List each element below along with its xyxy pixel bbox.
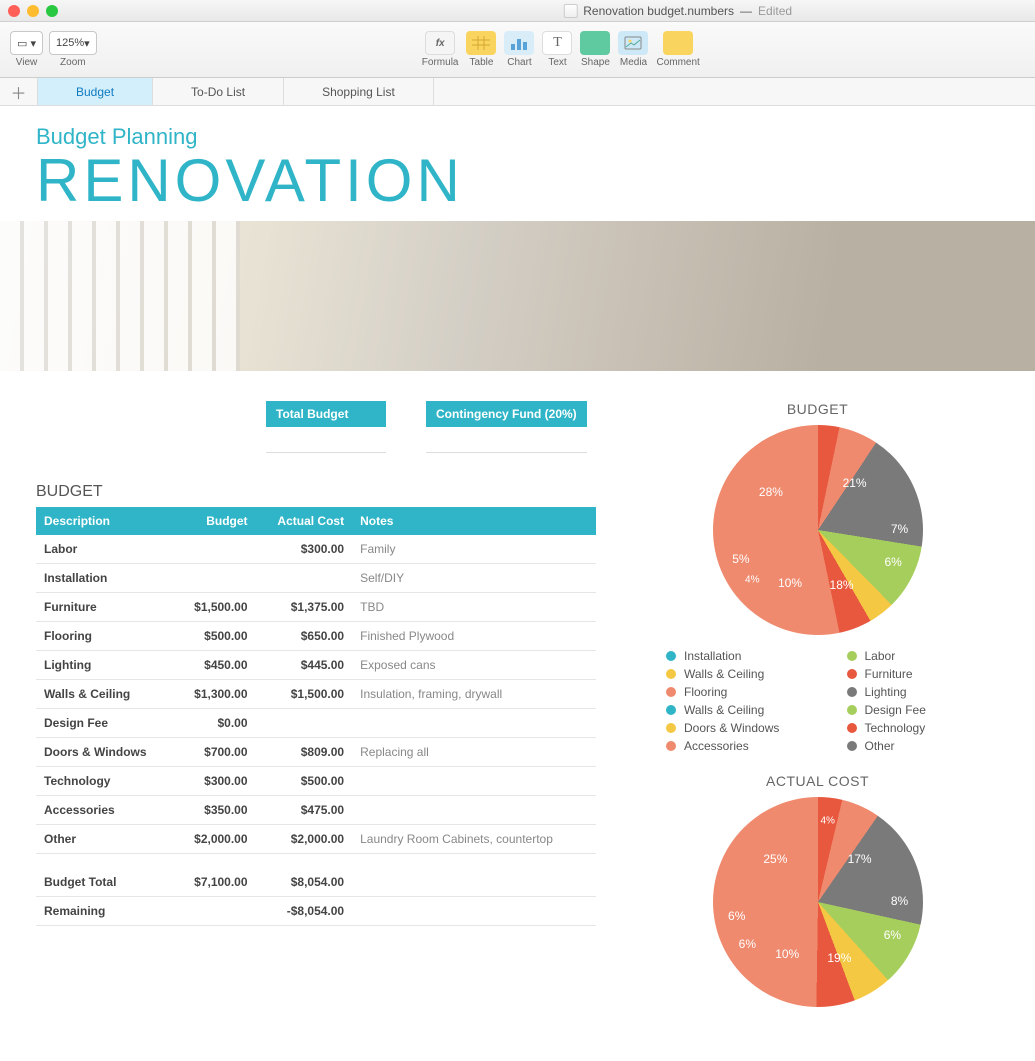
table-row[interactable]: Design Fee$0.00 <box>36 709 596 738</box>
summary-boxes: Total Budget Contingency Fund (20%) <box>266 401 596 453</box>
table-row[interactable]: Flooring$500.00$650.00Finished Plywood <box>36 622 596 651</box>
budget-chart-title: BUDGET <box>636 401 999 417</box>
table-row[interactable]: Other$2,000.00$2,000.00Laundry Room Cabi… <box>36 825 596 854</box>
legend-item: Flooring <box>666 685 819 699</box>
comment-button[interactable]: Comment <box>656 31 699 68</box>
view-button[interactable]: ▭ ▾View <box>10 31 43 68</box>
shape-button[interactable]: Shape <box>580 31 610 68</box>
budget-table[interactable]: Description Budget Actual Cost Notes Lab… <box>36 507 596 926</box>
tab-budget[interactable]: Budget <box>38 78 153 105</box>
table-row[interactable]: Accessories$350.00$475.00 <box>36 796 596 825</box>
media-button[interactable]: Media <box>618 31 648 68</box>
tab-to-do-list[interactable]: To-Do List <box>153 78 284 105</box>
legend-item: Accessories <box>666 739 819 753</box>
page-title: RENOVATION <box>36 146 999 215</box>
sheet-tabs: ＋ BudgetTo-Do ListShopping List <box>0 78 1035 106</box>
window-controls <box>8 5 58 17</box>
table-row[interactable]: InstallationSelf/DIY <box>36 564 596 593</box>
zoom-icon[interactable] <box>46 5 58 17</box>
hero-image <box>0 221 1035 371</box>
zoom-button[interactable]: 125% ▾ Zoom <box>49 31 97 68</box>
separator: — <box>740 4 752 18</box>
table-row[interactable]: Walls & Ceiling$1,300.00$1,500.00Insulat… <box>36 680 596 709</box>
legend-item: Installation <box>666 649 819 663</box>
formula-button[interactable]: fxFormula <box>422 31 459 68</box>
table-row[interactable]: Furniture$1,500.00$1,375.00TBD <box>36 593 596 622</box>
legend-item: Design Fee <box>847 703 1000 717</box>
legend-item: Walls & Ceiling <box>666 703 819 717</box>
document-title: Renovation budget.numbers — Edited <box>563 4 792 18</box>
legend-item: Lighting <box>847 685 1000 699</box>
table-button[interactable]: Table <box>466 31 496 68</box>
table-row[interactable]: Lighting$450.00$445.00Exposed cans <box>36 651 596 680</box>
budget-pie-chart[interactable]: 21%7%6%18%10%4%5%28% <box>636 425 999 635</box>
legend-item: Doors & Windows <box>666 721 819 735</box>
legend-item: Other <box>847 739 1000 753</box>
budget-total-row[interactable]: Budget Total$7,100.00$8,054.00 <box>36 868 596 897</box>
tab-shopping-list[interactable]: Shopping List <box>284 78 434 105</box>
document-icon <box>563 4 577 18</box>
toolbar: ▭ ▾View 125% ▾ Zoom fxFormulaTable Chart T… <box>0 22 1035 78</box>
legend-item: Labor <box>847 649 1000 663</box>
add-sheet-button[interactable]: ＋ <box>0 78 38 105</box>
legend-item: Technology <box>847 721 1000 735</box>
table-row[interactable]: Labor$300.00Family <box>36 535 596 564</box>
close-icon[interactable] <box>8 5 20 17</box>
minimize-icon[interactable] <box>27 5 39 17</box>
chart-legend: Installation Labor Walls & Ceiling Furnitur… <box>666 649 999 753</box>
remaining-row[interactable]: Remaining-$8,054.00 <box>36 897 596 926</box>
text-button[interactable]: TText <box>542 31 572 68</box>
filename: Renovation budget.numbers <box>583 4 734 18</box>
table-row[interactable]: Technology$300.00$500.00 <box>36 767 596 796</box>
document-canvas[interactable]: Budget Planning RENOVATION Total Budget … <box>0 106 1035 1061</box>
table-row[interactable]: Doors & Windows$700.00$809.00Replacing a… <box>36 738 596 767</box>
legend-item: Furniture <box>847 667 1000 681</box>
total-budget-box[interactable]: Total Budget <box>266 401 386 453</box>
titlebar: Renovation budget.numbers — Edited <box>0 0 1035 22</box>
actual-chart-title: ACTUAL COST <box>636 773 999 789</box>
edited-status: Edited <box>758 4 792 18</box>
legend-item: Walls & Ceiling <box>666 667 819 681</box>
actual-pie-chart[interactable]: 4%17%8%6%19%10%6%6%25% <box>636 797 999 1007</box>
contingency-box[interactable]: Contingency Fund (20%) <box>426 401 587 453</box>
chart-button[interactable]: Chart <box>504 31 534 68</box>
budget-section-title: BUDGET <box>36 483 596 501</box>
